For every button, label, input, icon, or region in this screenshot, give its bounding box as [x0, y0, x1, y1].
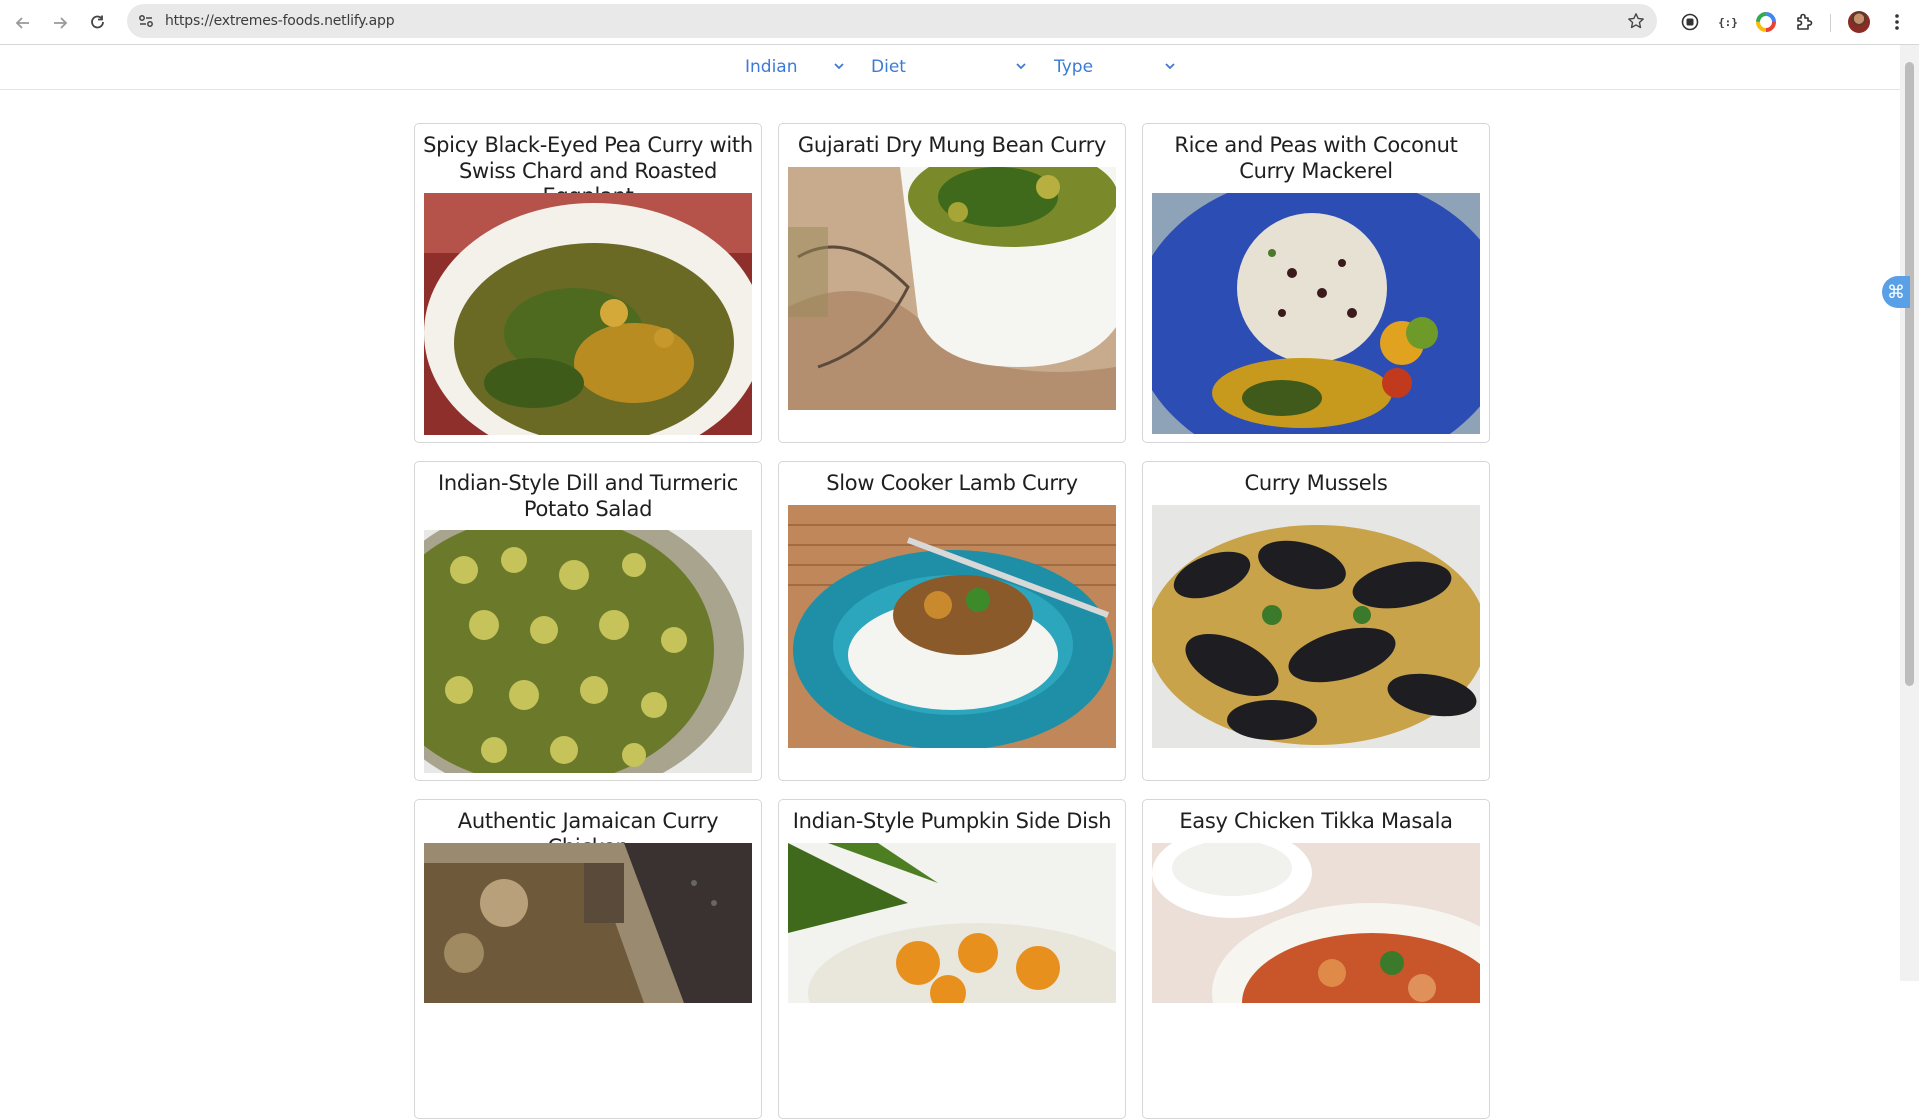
recipe-image[interactable]: [424, 193, 752, 435]
reload-icon[interactable]: [85, 10, 111, 36]
recipe-card[interactable]: Rice and Peas with Coconut Curry Mackere…: [1142, 123, 1490, 443]
scrollbar-thumb[interactable]: [1905, 62, 1914, 686]
recipe-card[interactable]: Easy Chicken Tikka Masala: [1142, 799, 1490, 1119]
browser-toolbar: https://extremes-foods.netlify.app {:}: [0, 0, 1919, 45]
forward-arrow-icon[interactable]: [47, 10, 73, 36]
recipe-title: Slow Cooker Lamb Curry: [826, 471, 1078, 495]
site-settings-icon[interactable]: [137, 12, 155, 30]
recipe-image[interactable]: [788, 167, 1116, 410]
recipe-title: Indian-Style Dill and Turmeric Potato Sa…: [438, 471, 738, 521]
recipe-title: Indian-Style Pumpkin Side Dish: [792, 809, 1112, 833]
diet-select-value: Diet: [871, 57, 906, 77]
puzzle-icon[interactable]: [1792, 10, 1816, 34]
chevron-down-icon: [834, 63, 844, 70]
star-icon[interactable]: [1627, 12, 1645, 30]
recipe-title: Curry Mussels: [1244, 471, 1388, 495]
filter-bar: Indian Diet Type: [0, 45, 1900, 90]
code-extension-icon[interactable]: {:}: [1716, 10, 1740, 34]
chevron-down-icon: [1165, 63, 1175, 70]
type-select[interactable]: Type: [1054, 55, 1176, 79]
recipe-image[interactable]: [788, 843, 1116, 1003]
recipe-card[interactable]: Indian-Style Pumpkin Side Dish: [778, 799, 1126, 1119]
recipe-image[interactable]: [424, 530, 752, 773]
recipe-image[interactable]: [1152, 843, 1480, 1003]
recipe-title: Gujarati Dry Mung Bean Curry: [797, 133, 1107, 157]
kebab-menu-icon[interactable]: [1885, 10, 1909, 34]
recipe-card[interactable]: Curry Mussels: [1142, 461, 1490, 781]
recipe-image[interactable]: [1152, 193, 1480, 434]
recipe-image[interactable]: [1152, 505, 1480, 748]
recipe-card[interactable]: Authentic Jamaican Curry Chicken: [414, 799, 762, 1119]
record-icon[interactable]: [1678, 10, 1702, 34]
recipe-card[interactable]: Spicy Black-Eyed Pea Curry with Swiss Ch…: [414, 123, 762, 443]
cuisine-select[interactable]: Indian: [745, 55, 845, 79]
recipe-title: Rice and Peas with Coconut Curry Mackere…: [1174, 133, 1458, 183]
toolbar-divider: [1830, 14, 1831, 32]
recipe-image[interactable]: [788, 505, 1116, 748]
color-wheel-icon[interactable]: [1754, 10, 1778, 34]
recipe-card[interactable]: Indian-Style Dill and Turmeric Potato Sa…: [414, 461, 762, 781]
diet-select[interactable]: Diet: [871, 55, 1027, 79]
avatar[interactable]: [1847, 10, 1871, 34]
command-icon[interactable]: ⌘: [1882, 276, 1910, 308]
chevron-down-icon: [1016, 63, 1026, 70]
recipe-image[interactable]: [424, 843, 752, 1003]
recipe-card[interactable]: Slow Cooker Lamb Curry: [778, 461, 1126, 781]
cuisine-select-value: Indian: [745, 57, 798, 77]
type-select-value: Type: [1054, 57, 1094, 77]
address-bar[interactable]: https://extremes-foods.netlify.app: [127, 4, 1657, 38]
url-text[interactable]: https://extremes-foods.netlify.app: [165, 4, 395, 38]
recipe-card[interactable]: Gujarati Dry Mung Bean Curry: [778, 123, 1126, 443]
back-arrow-icon[interactable]: [10, 10, 36, 36]
recipe-title: Easy Chicken Tikka Masala: [1179, 809, 1453, 833]
